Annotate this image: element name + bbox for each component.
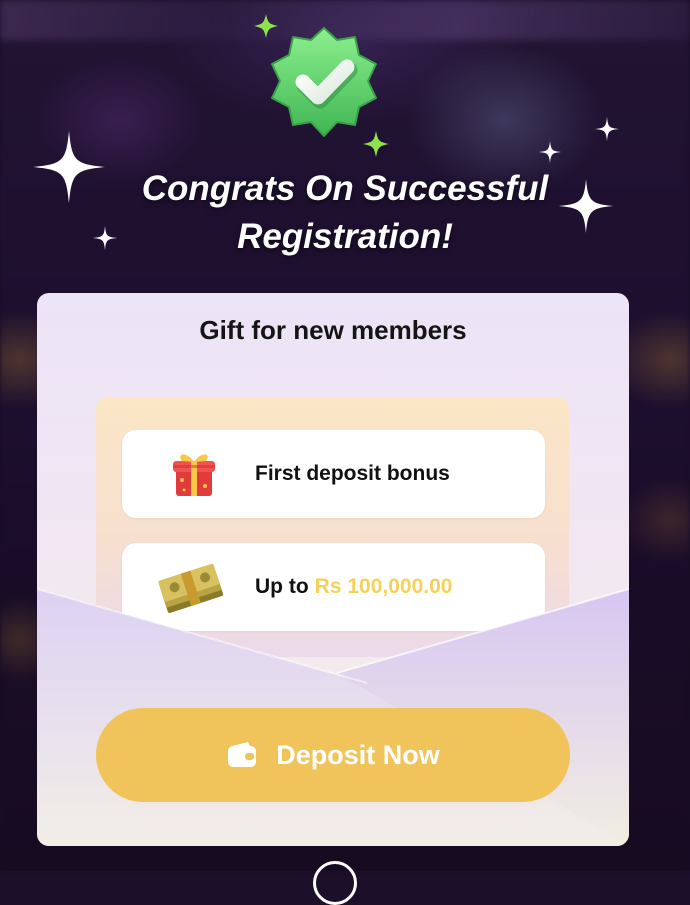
money-stack-icon: [156, 559, 228, 619]
close-button[interactable]: [313, 861, 357, 905]
gift-card: Gift for new members First deposit bonus: [37, 293, 629, 846]
wallet-icon: [226, 741, 258, 769]
sparkle-icon: [595, 117, 619, 141]
gift-box-icon: [162, 448, 226, 500]
success-headline: Congrats On Successful Registration!: [0, 165, 690, 261]
bonus-amount-value: Rs 100,000.00: [314, 575, 453, 598]
bonus-item-label: First deposit bonus: [255, 462, 450, 485]
bonus-item-amount: Up to Rs 100,000.00: [122, 543, 545, 631]
headline-line-2: Registration!: [237, 217, 453, 256]
headline-line-1: Congrats On Successful: [141, 169, 549, 208]
bonus-amount-text: Up to Rs 100,000.00: [255, 543, 452, 631]
deposit-now-button[interactable]: Deposit Now: [96, 708, 570, 802]
sparkle-icon: [539, 141, 561, 163]
bonus-item-first-deposit: First deposit bonus: [122, 430, 545, 518]
deposit-button-label: Deposit Now: [276, 739, 440, 770]
check-badge-icon: [263, 24, 385, 146]
amount-prefix: Up to: [255, 575, 309, 598]
card-title: Gift for new members: [199, 315, 467, 345]
